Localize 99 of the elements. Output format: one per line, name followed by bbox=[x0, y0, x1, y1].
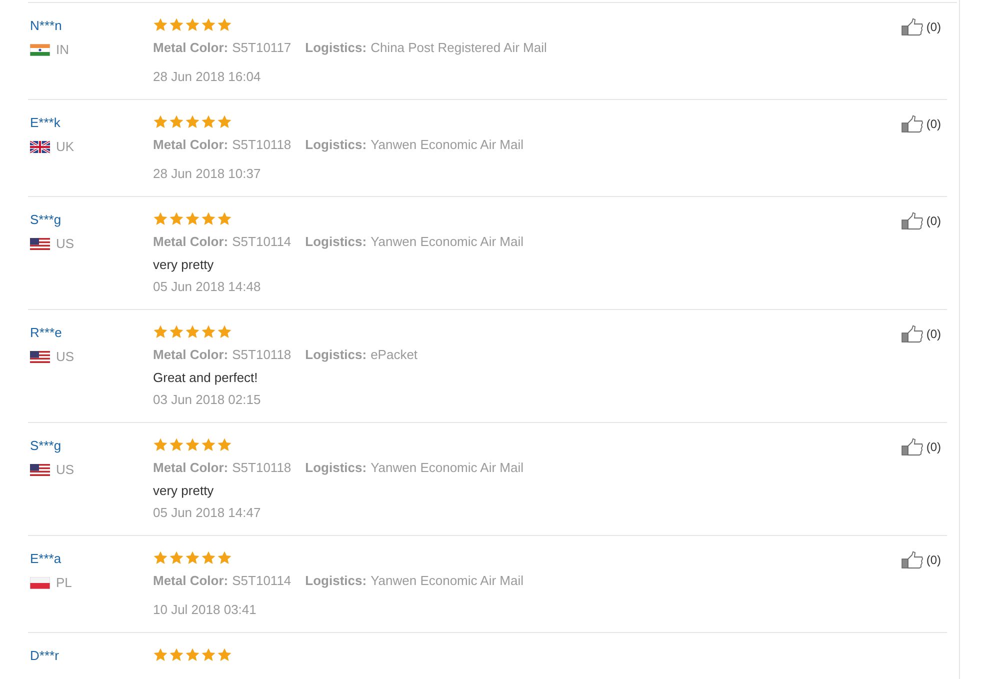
star-icon bbox=[217, 550, 232, 565]
logistics-value: Yanwen Economic Air Mail bbox=[370, 136, 524, 154]
star-icon bbox=[185, 437, 200, 452]
star-icon bbox=[169, 437, 184, 452]
thumbs-up-icon bbox=[901, 18, 926, 36]
color-value: S5T10118 bbox=[232, 346, 292, 364]
logistics-value: Yanwen Economic Air Mail bbox=[370, 572, 524, 590]
logistics-label: Logistics: bbox=[305, 346, 367, 364]
star-icon bbox=[185, 17, 200, 32]
color-value: S5T10114 bbox=[232, 572, 292, 590]
star-icon bbox=[217, 647, 232, 662]
reviewer-name: S***g bbox=[30, 211, 62, 229]
like-button[interactable]: (0) bbox=[901, 325, 941, 343]
star-icon bbox=[185, 550, 200, 565]
star-icon bbox=[217, 17, 232, 32]
star-icon bbox=[217, 437, 232, 452]
logistics-value: China Post Registered Air Mail bbox=[370, 39, 547, 57]
star-icon bbox=[169, 211, 184, 226]
logistics-label: Logistics: bbox=[305, 459, 367, 477]
flag-icon bbox=[30, 464, 50, 476]
country-code: US bbox=[56, 348, 74, 366]
star-icon bbox=[201, 211, 216, 226]
country-code: US bbox=[56, 235, 74, 253]
color-value: S5T10118 bbox=[232, 136, 292, 154]
star-icon bbox=[169, 647, 184, 662]
reviewer-name: E***k bbox=[30, 114, 60, 132]
star-icon bbox=[153, 17, 168, 32]
star-icon bbox=[201, 437, 216, 452]
reviewer-name: E***a bbox=[30, 550, 62, 568]
review-date: 05 Jun 2018 14:48 bbox=[153, 278, 261, 296]
like-button[interactable]: (0) bbox=[901, 212, 941, 230]
star-icon bbox=[153, 437, 168, 452]
star-icon bbox=[153, 211, 168, 226]
logistics-value: Yanwen Economic Air Mail bbox=[370, 233, 524, 251]
star-icon bbox=[217, 324, 232, 339]
reviewer-name: R***e bbox=[30, 324, 62, 342]
star-icon bbox=[201, 17, 216, 32]
like-button[interactable]: (0) bbox=[901, 551, 941, 569]
country-code: IN bbox=[56, 41, 69, 59]
star-icon bbox=[169, 17, 184, 32]
flag-icon bbox=[30, 577, 50, 589]
thumbs-up-icon bbox=[901, 115, 926, 133]
color-value: S5T10118 bbox=[232, 459, 292, 477]
star-icon bbox=[169, 550, 184, 565]
country-code: UK bbox=[56, 138, 74, 156]
like-button[interactable]: (0) bbox=[901, 18, 941, 36]
reviewer-name: D***r bbox=[30, 647, 59, 665]
logistics-label: Logistics: bbox=[305, 39, 367, 57]
review-date: 28 Jun 2018 10:37 bbox=[153, 165, 261, 183]
thumbs-up-icon bbox=[901, 325, 926, 343]
color-label: Metal Color: bbox=[153, 39, 228, 57]
thumbs-up-icon bbox=[901, 551, 926, 569]
like-button[interactable]: (0) bbox=[901, 438, 941, 456]
review-comment: very pretty bbox=[153, 482, 214, 500]
flag-icon bbox=[30, 238, 50, 250]
review-date: 10 Jul 2018 03:41 bbox=[153, 601, 256, 619]
review-date: 05 Jun 2018 14:47 bbox=[153, 504, 261, 522]
star-icon bbox=[217, 114, 232, 129]
color-label: Metal Color: bbox=[153, 136, 228, 154]
star-icon bbox=[169, 114, 184, 129]
star-icon bbox=[201, 550, 216, 565]
flag-icon bbox=[30, 141, 50, 153]
logistics-label: Logistics: bbox=[305, 233, 367, 251]
like-button[interactable]: (0) bbox=[901, 115, 941, 133]
star-icon bbox=[217, 211, 232, 226]
color-label: Metal Color: bbox=[153, 572, 228, 590]
review-date: 03 Jun 2018 02:15 bbox=[153, 391, 261, 409]
logistics-value: ePacket bbox=[370, 346, 418, 364]
review-comment: Great and perfect! bbox=[153, 369, 258, 387]
color-label: Metal Color: bbox=[153, 459, 228, 477]
star-icon bbox=[201, 324, 216, 339]
thumbs-up-icon bbox=[901, 438, 926, 456]
color-label: Metal Color: bbox=[153, 233, 228, 251]
star-icon bbox=[185, 211, 200, 226]
star-icon bbox=[201, 647, 216, 662]
thumbs-up-icon bbox=[901, 212, 926, 230]
review-date: 28 Jun 2018 16:04 bbox=[153, 68, 261, 86]
star-icon bbox=[185, 647, 200, 662]
star-icon bbox=[201, 114, 216, 129]
logistics-label: Logistics: bbox=[305, 136, 367, 154]
flag-icon bbox=[30, 351, 50, 363]
color-value: S5T10114 bbox=[232, 233, 292, 251]
logistics-value: Yanwen Economic Air Mail bbox=[370, 459, 524, 477]
star-icon bbox=[153, 114, 168, 129]
review-comment: very pretty bbox=[153, 256, 214, 274]
logistics-label: Logistics: bbox=[305, 572, 367, 590]
color-value: S5T10117 bbox=[232, 39, 292, 57]
country-code: US bbox=[56, 461, 74, 479]
flag-icon bbox=[30, 44, 50, 56]
star-icon bbox=[153, 550, 168, 565]
color-label: Metal Color: bbox=[153, 346, 228, 364]
reviewer-name: S***g bbox=[30, 437, 62, 455]
star-icon bbox=[169, 324, 184, 339]
star-icon bbox=[185, 114, 200, 129]
star-icon bbox=[153, 324, 168, 339]
country-code: PL bbox=[56, 574, 72, 592]
star-icon bbox=[153, 647, 168, 662]
star-icon bbox=[185, 324, 200, 339]
reviewer-name: N***n bbox=[30, 17, 62, 35]
